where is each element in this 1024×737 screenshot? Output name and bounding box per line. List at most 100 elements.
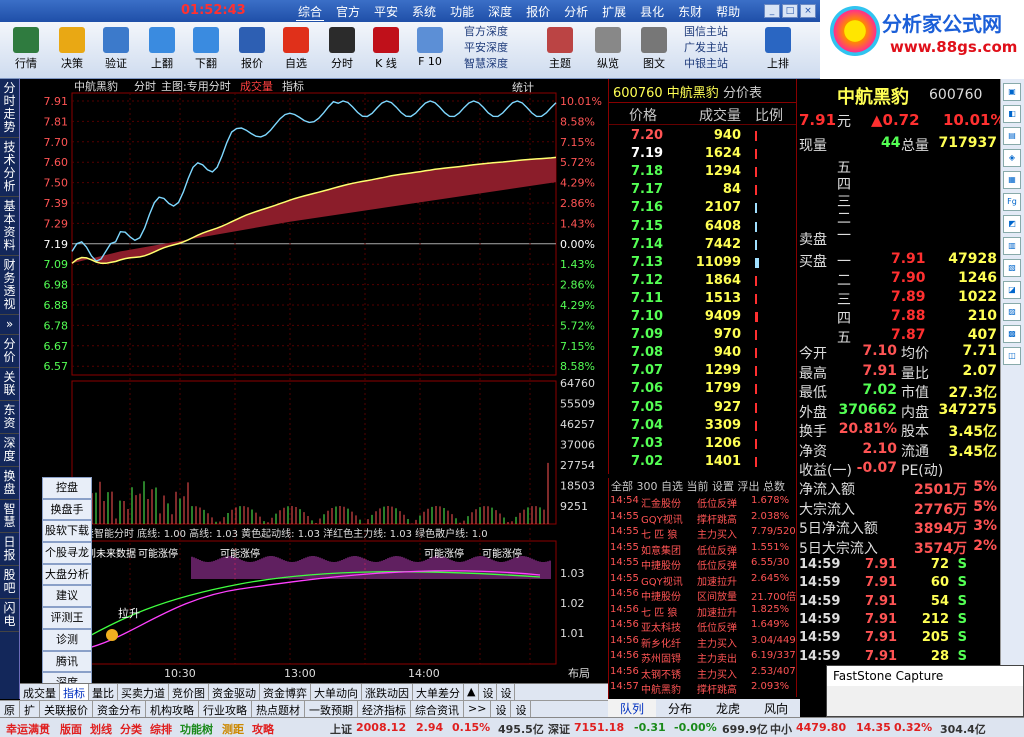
toolbar-group-item[interactable]: 国信主站 [684, 24, 728, 40]
quote-row[interactable]: 7.16 2107 [609, 199, 797, 217]
side-menu-item-2[interactable]: 股软下载 [42, 520, 92, 543]
quote-row[interactable]: 7.20 940 [609, 127, 797, 145]
left-nav-item-6[interactable]: 关联 [0, 368, 19, 401]
indicator-tab-0[interactable]: 成交量 [20, 684, 60, 700]
info-tab-5[interactable]: 行业攻略 [199, 701, 252, 717]
quote-row[interactable]: 7.11 1513 [609, 290, 797, 308]
left-nav-item-10[interactable]: 智慧 [0, 500, 19, 533]
queue-tab-1[interactable]: 分布 [656, 699, 704, 717]
toolbar-group-item[interactable]: 官方深度 [464, 24, 508, 40]
info-tab-9[interactable]: 综合资讯 [411, 701, 464, 717]
toolbar-btn-2[interactable]: 验证 [96, 24, 136, 78]
info-tab-6[interactable]: 热点题材 [252, 701, 305, 717]
menu-5[interactable]: 深度 [486, 3, 514, 21]
side-menu-item-0[interactable]: 控盘 [42, 477, 92, 499]
signal-row[interactable]: 14:55 七 匹 狼 主力买入 7.79/520 [609, 525, 796, 541]
rt-icon-13[interactable]: ◫ [1003, 347, 1021, 365]
faststone-capture-window[interactable]: FastStone Capture [826, 665, 1024, 717]
info-tab-3[interactable]: 资金分布 [93, 701, 146, 717]
left-nav-item-12[interactable]: 股吧 [0, 566, 19, 599]
minimize-button[interactable]: _ [764, 4, 780, 18]
quote-row[interactable]: 7.09 970 [609, 326, 797, 344]
rt-icon-2[interactable]: ◧ [1003, 105, 1021, 123]
rt-icon-5[interactable]: ▦ [1003, 171, 1021, 189]
menu-2[interactable]: 平安 [372, 3, 400, 21]
rt-icon-6[interactable]: Fg [1003, 193, 1021, 211]
signal-row[interactable]: 14:56 亚太科技 低位反弹 1.649% [609, 618, 796, 634]
left-nav-item-13[interactable]: 闪电 [0, 599, 19, 632]
side-menu-item-8[interactable]: 腾讯 [42, 650, 92, 673]
rt-icon-9[interactable]: ▧ [1003, 259, 1021, 277]
left-nav-item-11[interactable]: 日报 [0, 533, 19, 566]
signal-row[interactable]: 14:56 新乡化纤 主力买入 3.04/449 [609, 634, 796, 650]
toolbar2-btn-0[interactable]: 主题 [540, 24, 580, 78]
quote-row[interactable]: 7.12 1864 [609, 272, 797, 290]
left-nav-item-3[interactable]: 财务透视 [0, 256, 19, 315]
indicator-tab-6[interactable]: 资金博弈 [260, 684, 311, 700]
menu-11[interactable]: 帮助 [714, 3, 742, 21]
rt-icon-11[interactable]: ▨ [1003, 303, 1021, 321]
info-tab-12[interactable]: 设 [511, 701, 532, 717]
status-item-3[interactable]: 分类 [120, 721, 142, 737]
indicator-tab-extra-0[interactable]: ▲ [464, 684, 480, 700]
toolbar-btn-5[interactable]: 报价 [232, 24, 272, 78]
rt-icon-10[interactable]: ◪ [1003, 281, 1021, 299]
toolbar3-btn-0[interactable]: 上排 [758, 24, 798, 78]
left-nav-item-5[interactable]: 分价 [0, 335, 19, 368]
stat-label[interactable]: 统计 [512, 81, 534, 94]
menu-1[interactable]: 官方 [334, 3, 362, 21]
quote-row[interactable]: 7.17 84 [609, 181, 797, 199]
rt-icon-4[interactable]: ◈ [1003, 149, 1021, 167]
queue-tab-3[interactable]: 风向 [752, 699, 800, 717]
side-menu-item-5[interactable]: 建议 [42, 585, 92, 608]
indicator-tab-4[interactable]: 竞价图 [169, 684, 209, 700]
left-nav-item-1[interactable]: 技术分析 [0, 138, 19, 197]
quote-row[interactable]: 7.13 11099 [609, 254, 797, 272]
signal-row[interactable]: 14:56 太钢不锈 主力买入 2.53/407 [609, 665, 796, 681]
status-item-6[interactable]: 测距 [222, 721, 244, 737]
quote-row[interactable]: 7.15 6408 [609, 218, 797, 236]
menu-7[interactable]: 分析 [562, 3, 590, 21]
info-tab-4[interactable]: 机构攻略 [146, 701, 199, 717]
intraday-chart[interactable]: 中航黑豹 分时 主图:专用分时 成交量 指标 统计 7.91 10.01% 7.81 8.58% 7… [20, 79, 608, 683]
signal-row[interactable]: 14:55 GQY视讯 加速拉升 2.645% [609, 572, 796, 588]
info-tab-0[interactable]: 原 [0, 701, 20, 717]
quote-row[interactable]: 7.10 9409 [609, 308, 797, 326]
left-nav-item-7[interactable]: 东资 [0, 401, 19, 434]
menu-9[interactable]: 县化 [638, 3, 666, 21]
toolbar-btn-6[interactable]: 自选 [276, 24, 316, 78]
indicator-tab-7[interactable]: 大单动向 [311, 684, 362, 700]
indicator-tab-1[interactable]: 指标 [60, 684, 89, 700]
side-menu-item-3[interactable]: 个股寻龙 [42, 542, 92, 564]
status-item-5[interactable]: 功能树 [180, 721, 213, 737]
indicator-tab-extra-1[interactable]: 设 [479, 684, 498, 700]
status-item-4[interactable]: 综排 [150, 721, 172, 737]
toolbar-group-item[interactable]: 智慧深度 [464, 56, 508, 72]
toolbar-btn-0[interactable]: 行情 [6, 24, 46, 78]
quote-row[interactable]: 7.02 1401 [609, 453, 797, 471]
quote-row[interactable]: 7.03 1206 [609, 435, 797, 453]
menu-4[interactable]: 功能 [448, 3, 476, 21]
status-item-1[interactable]: 版面 [60, 721, 82, 737]
rt-icon-3[interactable]: ▤ [1003, 127, 1021, 145]
quote-row[interactable]: 7.08 940 [609, 344, 797, 362]
signal-row[interactable]: 14:56 中捷股份 区间放量 21.700倍 [609, 587, 796, 603]
rt-icon-12[interactable]: ▩ [1003, 325, 1021, 343]
toolbar-btn-9[interactable]: F 10 [410, 24, 450, 78]
toolbar2-btn-2[interactable]: 图文 [634, 24, 674, 78]
toolbar-group-item[interactable]: 广发主站 [684, 40, 728, 56]
signal-row[interactable]: 14:55 中捷股份 低位反弹 6.55/30 [609, 556, 796, 572]
signal-row[interactable]: 14:55 GQY视讯 撑杆跳高 2.038% [609, 510, 796, 526]
info-tab-11[interactable]: 设 [491, 701, 512, 717]
menu-0[interactable]: 综合 [296, 3, 325, 21]
close-button[interactable]: × [800, 4, 816, 18]
rt-icon-1[interactable]: ▣ [1003, 83, 1021, 101]
layout-label[interactable]: 布局 [568, 667, 590, 680]
status-item-0[interactable]: 幸运满贯 [6, 721, 50, 737]
quote-row[interactable]: 7.06 1799 [609, 380, 797, 398]
info-tab-10[interactable]: >> [464, 701, 492, 717]
toolbar-btn-3[interactable]: 上翻 [142, 24, 182, 78]
toolbar-group-item[interactable]: 中银主站 [684, 56, 728, 72]
indicator-tab-9[interactable]: 大单差分 [413, 684, 464, 700]
toolbar-btn-7[interactable]: 分时 [322, 24, 362, 78]
